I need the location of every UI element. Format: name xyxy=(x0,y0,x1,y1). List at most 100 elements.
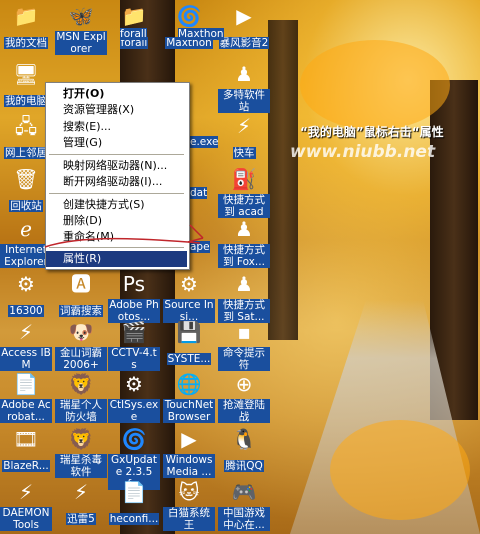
desktop-icon-label: 16300 xyxy=(8,305,44,317)
desktop-icon[interactable]: 🌀 Maxthon xyxy=(163,2,215,50)
desktop-icon[interactable]: 💾 SYSTE... xyxy=(163,318,215,366)
app-icon: 📁 xyxy=(121,4,147,28)
desktop-icon-label: MSN Explorer xyxy=(55,31,107,55)
desktop-icon-label: 瑞星杀毒软件 xyxy=(55,454,107,478)
desktop-icon[interactable]: Ps Adobe Photos... xyxy=(108,270,160,324)
app-icon: 🦋 xyxy=(68,4,94,28)
desktop-icon-label: 我的电脑 xyxy=(4,95,48,107)
desktop-icon[interactable]: ♟ 快捷方式到 Fox... xyxy=(218,215,270,269)
desktop-icon-label: 抢滩登陆战 xyxy=(218,399,270,423)
desktop-icon-label: CCTV-4.ts xyxy=(108,347,160,371)
app-icon: 📁 xyxy=(13,4,39,28)
red-annotation-stroke xyxy=(44,224,204,248)
desktop-icon[interactable]: 📁 我的文档 xyxy=(0,2,52,50)
desktop-icon-label: 网上邻居 xyxy=(4,147,48,159)
menu-item-search[interactable]: 搜索(E)... xyxy=(46,119,187,135)
desktop-icon[interactable]: ⛽ 快捷方式到 acad xyxy=(218,165,270,219)
desktop-icon[interactable]: ♟ 快捷方式到 Sat... xyxy=(218,270,270,324)
desktop-icon[interactable]: ⚙ CtlSys.exe xyxy=(108,370,160,424)
app-icon: 🐶 xyxy=(68,320,94,344)
desktop-icon-label: heconfi... xyxy=(108,513,160,525)
partial-icon-label: dat xyxy=(190,187,208,199)
app-icon: ▶ xyxy=(181,427,197,451)
desktop-icon[interactable]: ⚡ DAEMON Tools xyxy=(0,478,52,532)
desktop-icon[interactable]: 🐧 腾讯QQ xyxy=(218,425,270,473)
desktop-icon[interactable]: 🎞 BlazeR... xyxy=(0,425,52,473)
menu-separator xyxy=(49,193,184,194)
menu-item-open[interactable]: 打开(O) xyxy=(46,86,187,102)
app-icon: 🐱 xyxy=(178,480,200,504)
desktop-icon[interactable]: ⚡ 快车 xyxy=(218,112,270,160)
app-icon: ⚙ xyxy=(17,272,35,296)
desktop-icon[interactable]: 📄 Adobe Acrobat... xyxy=(0,370,52,424)
watermark: www.niubb.net xyxy=(290,142,436,162)
app-icon: ⛽ xyxy=(231,167,257,191)
menu-item-explorer[interactable]: 资源管理器(X) xyxy=(46,102,187,118)
menu-separator xyxy=(49,154,184,155)
annotation-text: “我的电脑”鼠标右击“属性 xyxy=(300,125,444,139)
desktop-icon[interactable]: 📄 heconfi... xyxy=(108,478,160,526)
desktop-icon-label: Windows Media ... xyxy=(163,454,215,478)
desktop-icon-label: 回收站 xyxy=(9,200,43,212)
app-icon: ⚡ xyxy=(18,320,34,344)
app-icon: 🖥 xyxy=(13,62,39,86)
tree-trunk xyxy=(268,20,298,340)
desktop-icon[interactable]: ▶ 暴风影音2 xyxy=(218,2,270,50)
desktop-icon[interactable]: 📁 forall xyxy=(108,2,160,50)
desktop-icon[interactable]: 🅰 词霸搜索 xyxy=(55,270,107,318)
app-icon: ⚡ xyxy=(236,114,252,138)
partial-icon-label: Maxthon xyxy=(178,28,224,40)
app-icon: ♟ xyxy=(235,272,253,296)
app-icon: ▪ xyxy=(237,320,251,344)
desktop-icon[interactable]: ⚡ Access IBM xyxy=(0,318,52,372)
app-icon: ♟ xyxy=(235,62,253,86)
app-icon: ⚡ xyxy=(73,480,89,504)
app-icon: 🌀 xyxy=(176,4,202,28)
app-icon: 🦁 xyxy=(68,372,94,396)
menu-item-map-network-drive[interactable]: 映射网络驱动器(N)... xyxy=(46,158,187,174)
desktop-icon-label: BlazeR... xyxy=(2,460,50,472)
app-icon: 🎮 xyxy=(231,480,257,504)
desktop-icon[interactable]: 🦋 MSN Explorer xyxy=(55,2,107,56)
desktop-icon[interactable]: ⚙ Source Insi... xyxy=(163,270,215,324)
app-icon: 🎬 xyxy=(121,320,147,344)
desktop-icon[interactable]: ⊕ 抢滩登陆战 xyxy=(218,370,270,424)
app-icon: 🅰 xyxy=(71,272,91,296)
desktop-icon[interactable]: 🦁 瑞星杀毒软件 xyxy=(55,425,107,479)
desktop-icon[interactable]: ♟ 多特软件站 xyxy=(218,60,270,114)
app-icon: 🗑 xyxy=(13,167,39,191)
menu-item-manage[interactable]: 管理(G) xyxy=(46,135,187,151)
desktop-icon-label: 中国游戏中心在... xyxy=(218,507,270,531)
desktop-icon[interactable]: ▶ Windows Media ... xyxy=(163,425,215,479)
desktop-icon-label: CtlSys.exe xyxy=(108,399,160,423)
desktop-icon[interactable]: 🦁 瑞星个人防火墙 xyxy=(55,370,107,424)
desktop-icon-label: 快捷方式到 Fox... xyxy=(218,244,270,268)
desktop-icon-label: 瑞星个人防火墙 xyxy=(55,399,107,423)
app-icon: ℯ xyxy=(20,217,32,241)
desktop-icon[interactable]: 🎬 CCTV-4.ts xyxy=(108,318,160,372)
app-icon: 📄 xyxy=(121,480,147,504)
desktop-icon[interactable]: 🐱 白猫系统王 xyxy=(163,478,215,532)
app-icon: ♟ xyxy=(235,217,253,241)
foliage xyxy=(330,420,470,520)
desktop-icon[interactable]: 🎮 中国游戏中心在... xyxy=(218,478,270,532)
app-icon: ⊕ xyxy=(235,372,253,396)
desktop-icon[interactable]: ⚡ 迅雷5 xyxy=(55,478,107,526)
desktop-icon[interactable]: ▪ 命令提示符 xyxy=(218,318,270,372)
menu-item-create-shortcut[interactable]: 创建快捷方式(S) xyxy=(46,197,187,213)
desktop-icon[interactable]: 🌐 TouchNet Browser xyxy=(163,370,215,424)
desktop-icon[interactable]: ⚙ 16300 xyxy=(0,270,52,318)
desktop-icon-label: 白猫系统王 xyxy=(163,507,215,531)
desktop-icon-label: 命令提示符 xyxy=(218,347,270,371)
app-icon: 🎞 xyxy=(13,427,39,451)
app-icon: ⚡ xyxy=(18,480,34,504)
menu-item-disconnect-network-drive[interactable]: 断开网络驱动器(I)... xyxy=(46,174,187,190)
app-icon: 🌐 xyxy=(176,372,202,396)
desktop-icon-label: TouchNet Browser xyxy=(163,399,215,423)
desktop-icon-label: 暴风影音2 xyxy=(218,37,270,49)
desktop-icon[interactable]: 🐶 金山词霸 2006+ xyxy=(55,318,107,372)
desktop-icon-label: 词霸搜索 xyxy=(59,305,103,317)
desktop-icon-label: 快车 xyxy=(232,147,256,159)
foliage xyxy=(300,40,450,130)
app-icon: ▶ xyxy=(236,4,252,28)
